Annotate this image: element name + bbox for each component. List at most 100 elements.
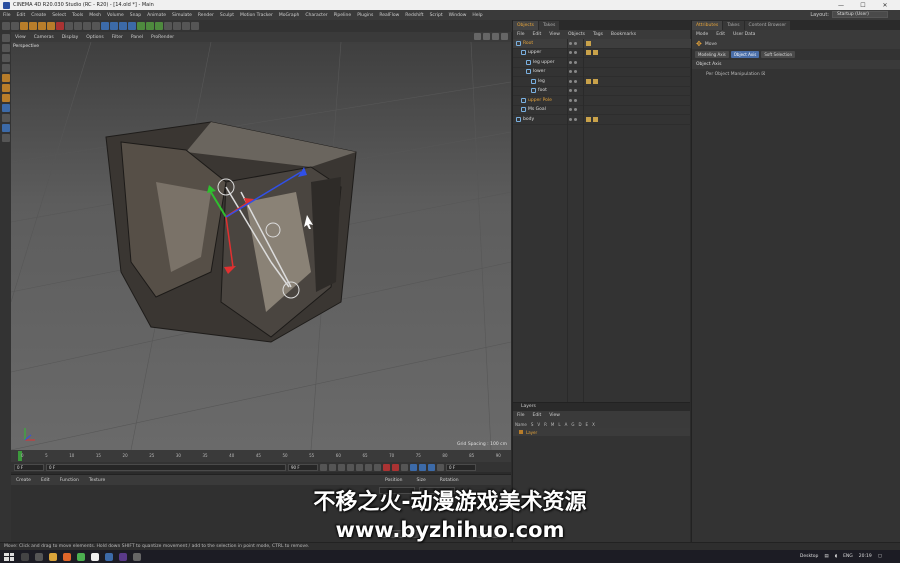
zoom-view-icon[interactable] <box>483 33 490 40</box>
menu-motion-tracker[interactable]: Motion Tracker <box>237 13 276 18</box>
viewport-menu-prorender[interactable]: ProRender <box>147 35 178 40</box>
menu-redshift[interactable]: Redshift <box>402 13 426 18</box>
menu-render[interactable]: Render <box>195 13 217 18</box>
x-axis-icon[interactable] <box>65 22 73 30</box>
object-name[interactable]: body <box>523 117 534 122</box>
object-name[interactable]: upper Pole <box>528 98 552 103</box>
viewport-menu-display[interactable]: Display <box>58 35 83 40</box>
layer-color-swatch[interactable] <box>519 430 523 434</box>
app-icon-grey[interactable] <box>133 552 141 561</box>
key-scale-icon[interactable] <box>419 463 426 471</box>
z-axis-icon[interactable] <box>83 22 91 30</box>
object-name[interactable]: leg <box>538 79 545 84</box>
sculpt-icon[interactable] <box>1 134 10 142</box>
minimize-button[interactable]: — <box>830 2 852 9</box>
object-row[interactable]: body <box>513 115 691 125</box>
search-icon[interactable] <box>21 552 29 561</box>
menu-help[interactable]: Help <box>469 13 485 18</box>
next-key-icon[interactable] <box>365 463 372 471</box>
objects-menu-file[interactable]: File <box>513 32 529 37</box>
object-tag-icon[interactable] <box>586 78 598 84</box>
menu-animate[interactable]: Animate <box>144 13 169 18</box>
cinema4d-taskbar-icon[interactable] <box>105 552 113 561</box>
menu-character[interactable]: Character <box>302 13 330 18</box>
object-name[interactable]: Root <box>523 41 533 46</box>
spline-pen-icon[interactable] <box>137 22 145 30</box>
attr-menu-user-data[interactable]: User Data <box>729 32 759 37</box>
object-row[interactable]: lower <box>513 68 691 77</box>
keyframe-selection-icon[interactable] <box>401 463 408 471</box>
menu-edit[interactable]: Edit <box>14 13 29 18</box>
network-icon[interactable]: ▤ <box>824 554 828 559</box>
object-row[interactable]: Root <box>513 39 691 49</box>
go-to-end-icon[interactable] <box>374 463 381 471</box>
key-parameter-icon[interactable] <box>437 463 444 471</box>
frame-range-slider[interactable]: 0 F <box>46 463 286 471</box>
layer-name[interactable]: Layer <box>526 430 566 435</box>
clock[interactable]: 20:19 <box>859 554 872 559</box>
layers-menu-edit[interactable]: Edit <box>529 413 546 418</box>
y-axis-icon[interactable] <box>74 22 82 30</box>
viewport-menu-view[interactable]: View <box>11 35 30 40</box>
fps-field[interactable]: 0 F <box>446 463 476 471</box>
visibility-dots[interactable] <box>569 108 577 112</box>
tab-takes-attr[interactable]: Takes <box>723 21 744 30</box>
menu-pipeline[interactable]: Pipeline <box>331 13 355 18</box>
material-menu-create[interactable]: Create <box>11 478 36 483</box>
menu-mesh[interactable]: Mesh <box>86 13 104 18</box>
attr-menu-mode[interactable]: Mode <box>692 32 712 37</box>
viewport-menu-filter[interactable]: Filter <box>108 35 127 40</box>
modeling-axis-button[interactable]: Modeling Axis <box>695 51 729 58</box>
floor-object-icon[interactable] <box>173 22 181 30</box>
material-menu-texture[interactable]: Texture <box>84 478 110 483</box>
texture-mode-icon[interactable] <box>1 54 10 62</box>
range-end-field[interactable]: 90 F <box>288 463 318 471</box>
live-selection-icon[interactable] <box>20 22 28 30</box>
menu-realflow[interactable]: RealFlow <box>376 13 402 18</box>
soft-selection-icon[interactable] <box>1 124 10 132</box>
model-mode-icon[interactable] <box>1 44 10 52</box>
record-keys-icon[interactable] <box>383 463 390 471</box>
previous-frame-icon[interactable] <box>338 463 345 471</box>
object-tag-icon[interactable] <box>586 40 591 46</box>
rotate-tool-icon[interactable] <box>47 22 55 30</box>
visibility-dots[interactable] <box>569 70 577 74</box>
visibility-dots[interactable] <box>569 117 577 121</box>
objects-menu-bookmarks[interactable]: Bookmarks <box>607 32 640 37</box>
enable-axis-icon[interactable] <box>1 104 10 112</box>
points-mode-icon[interactable] <box>1 74 10 82</box>
visibility-dots[interactable] <box>569 51 577 55</box>
autokey-icon[interactable] <box>392 463 399 471</box>
app-icon-purple[interactable] <box>119 552 127 561</box>
edges-mode-icon[interactable] <box>1 84 10 92</box>
desktop-label[interactable]: Desktop <box>800 554 819 559</box>
object-row[interactable]: upper <box>513 49 691 58</box>
menu-mograph[interactable]: MoGraph <box>276 13 302 18</box>
camera-icon[interactable] <box>182 22 190 30</box>
material-menu-function[interactable]: Function <box>55 478 84 483</box>
menu-script[interactable]: Script <box>427 13 446 18</box>
light-icon[interactable] <box>191 22 199 30</box>
key-rotation-icon[interactable] <box>428 463 435 471</box>
layer-row[interactable]: Layer <box>513 428 690 436</box>
notifications-icon[interactable]: ▢ <box>878 554 882 559</box>
object-row[interactable]: upper Pole <box>513 96 691 106</box>
object-tag-icon[interactable] <box>586 116 598 122</box>
objects-menu-objects[interactable]: Objects <box>564 32 589 37</box>
material-menu-edit[interactable]: Edit <box>36 478 55 483</box>
layout-dropdown[interactable]: Startup (User) <box>832 11 888 18</box>
menu-window[interactable]: Window <box>446 13 470 18</box>
menu-tools[interactable]: Tools <box>69 13 86 18</box>
visibility-dots[interactable] <box>569 60 577 64</box>
task-view-icon[interactable] <box>35 552 43 561</box>
layers-menu-view[interactable]: View <box>545 413 564 418</box>
key-position-icon[interactable] <box>410 463 417 471</box>
scale-tool-icon[interactable] <box>38 22 46 30</box>
app-icon-white[interactable] <box>91 552 99 561</box>
move-tool-icon[interactable] <box>29 22 37 30</box>
menu-file[interactable]: File <box>0 13 14 18</box>
orbit-view-icon[interactable] <box>492 33 499 40</box>
object-name[interactable]: Ms Goal <box>528 107 546 112</box>
object-name[interactable]: foot <box>538 88 547 93</box>
object-name[interactable]: leg upper <box>533 60 555 65</box>
